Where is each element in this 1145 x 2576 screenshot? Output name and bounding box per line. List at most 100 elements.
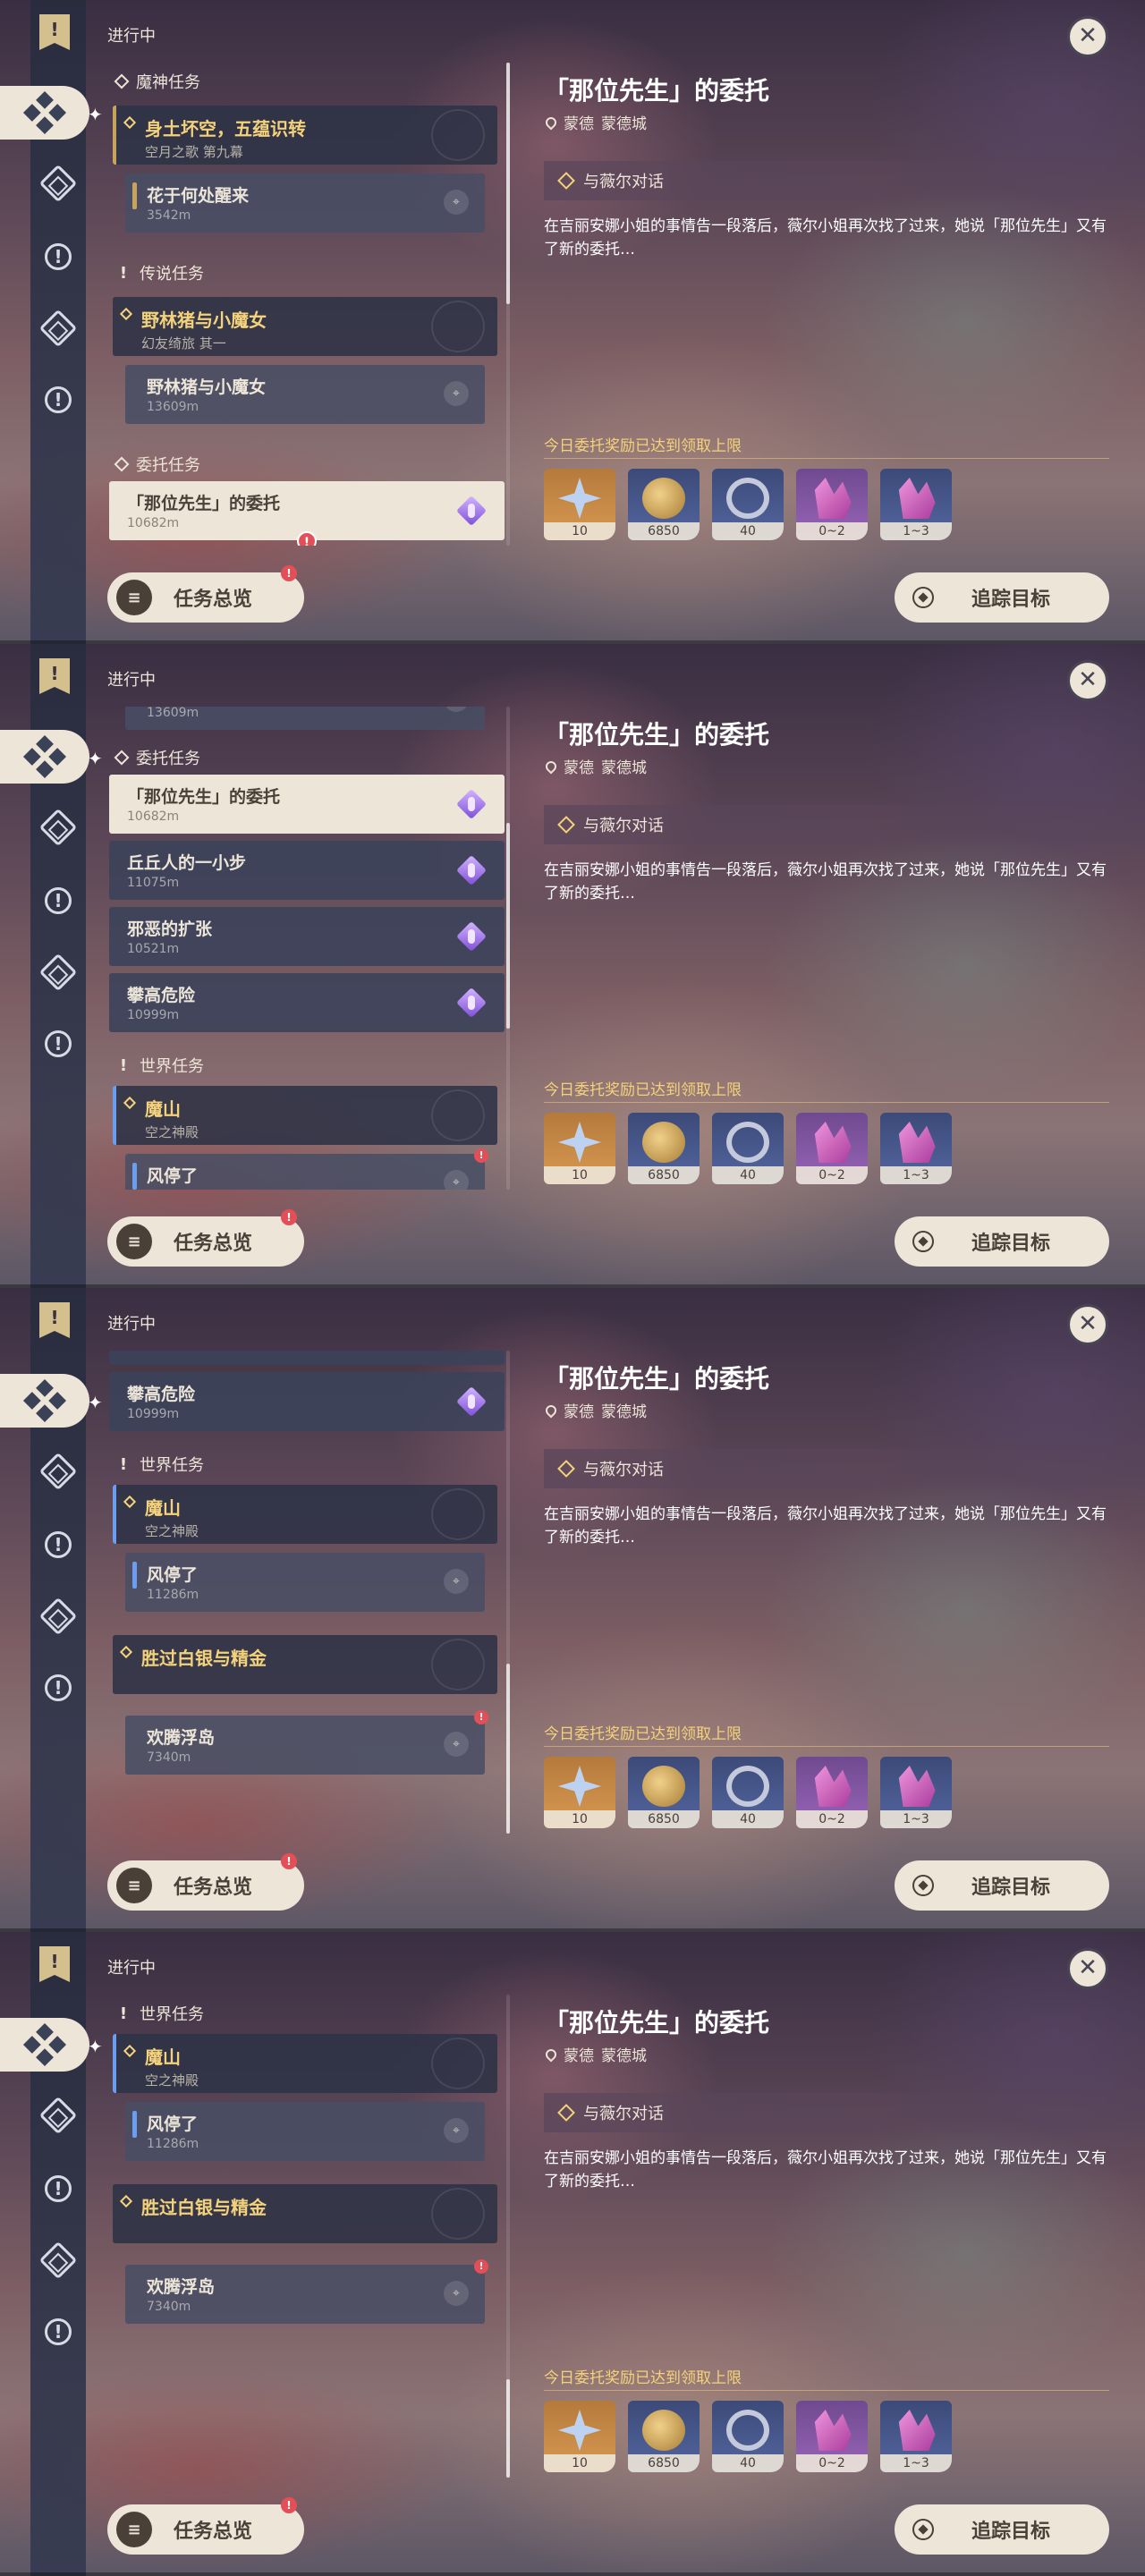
quest-list[interactable]: 野林猪与小魔女13609m⌖ 委托任务「那位先生」的委托 10682m 丘丘人的一小步…: [106, 707, 505, 1190]
track-objective-button[interactable]: 追踪目标: [895, 1216, 1109, 1267]
rail-tab-commission[interactable]: [36, 2238, 81, 2283]
quest-card[interactable]: 魔山 空之神殿: [113, 1485, 497, 1544]
rail-tab-all[interactable]: [0, 730, 89, 784]
reward-item[interactable]: 0~2: [796, 1113, 868, 1184]
reward-item[interactable]: 10: [544, 469, 615, 540]
commission-item[interactable]: 10521m: [109, 1351, 505, 1365]
close-button[interactable]: ✕: [1067, 1948, 1108, 1989]
reward-item[interactable]: 0~2: [796, 469, 868, 540]
reward-item[interactable]: 10: [544, 1757, 615, 1828]
close-button[interactable]: ✕: [1067, 16, 1108, 57]
commission-selected[interactable]: 「那位先生」的委托 10682m: [109, 775, 505, 834]
reward-item[interactable]: 1~3: [880, 2401, 952, 2472]
scroll-thumb[interactable]: [506, 823, 510, 1029]
reward-item[interactable]: 10: [544, 1113, 615, 1184]
rail-tab-all[interactable]: [0, 1374, 89, 1428]
commission-item[interactable]: 丘丘人的一小步 11075m: [109, 841, 505, 900]
rail-tab-commission[interactable]: [36, 1594, 81, 1639]
rail-tab-archon[interactable]: [36, 1449, 81, 1494]
quest-panel: ! ✦ ! ! 进行中 10521m 攀高危险 10999m! 世界任务魔山空之神殿风…: [0, 1288, 1145, 1932]
quest-card[interactable]: 胜过白银与精金: [113, 2184, 497, 2243]
commission-item[interactable]: 攀高危险 10999m: [109, 973, 505, 1032]
quest-overview-button[interactable]: ≡ 任务总览 !: [107, 1853, 304, 1911]
scroll-thumb[interactable]: [506, 2379, 510, 2478]
quest-step[interactable]: 花于何处醒来 3542m ⌖: [125, 174, 485, 233]
close-button[interactable]: ✕: [1067, 660, 1108, 701]
reward-item[interactable]: 1~3: [880, 1113, 952, 1184]
quest-card[interactable]: 身土坏空，五蕴识转 空月之歌 第九幕: [113, 106, 497, 165]
rail-tab-all[interactable]: [0, 2018, 89, 2072]
rail-tab-legend[interactable]: !: [36, 1522, 81, 1567]
quest-list[interactable]: 魔神任务 身土坏空，五蕴识转 空月之歌 第九幕 花于何处醒来 3542m ⌖! 传说任务 野林…: [106, 63, 505, 546]
quest-step[interactable]: 野林猪与小魔女13609m⌖: [125, 365, 485, 424]
rail-tab-world[interactable]: !: [36, 1021, 81, 1066]
reward-item[interactable]: 1~3: [880, 1757, 952, 1828]
quest-step[interactable]: 风停了 11286m ⌖: [125, 2102, 485, 2161]
track-objective-button[interactable]: 追踪目标: [895, 2504, 1109, 2555]
step-marker: [132, 1163, 137, 1190]
rail-tab-all[interactable]: [0, 86, 89, 140]
map-pin-icon[interactable]: ⌖: [444, 381, 469, 406]
map-pin-icon[interactable]: ⌖: [444, 2281, 469, 2306]
quest-card[interactable]: 魔山 空之神殿: [113, 1086, 497, 1145]
reward-item[interactable]: 40: [712, 469, 784, 540]
quest-step[interactable]: 风停了 11286m ⌖: [125, 1553, 485, 1612]
quest-overview-button[interactable]: ≡ 任务总览 !: [107, 1209, 304, 1267]
rail-tab-legend[interactable]: !: [36, 878, 81, 923]
section-label: 魔神任务: [136, 73, 200, 92]
quest-step[interactable]: 野林猪与小魔女13609m⌖: [125, 707, 485, 730]
reward-item[interactable]: 6850: [628, 1113, 700, 1184]
rail-tab-commission[interactable]: [36, 306, 81, 351]
quest-step[interactable]: 欢腾浮岛 7340m ⌖!: [125, 1710, 488, 1775]
quest-card[interactable]: 魔山 空之神殿: [113, 2034, 497, 2093]
reward-item[interactable]: 6850: [628, 1757, 700, 1828]
track-objective-button[interactable]: 追踪目标: [895, 1860, 1109, 1911]
alert-icon: !: [474, 2259, 488, 2274]
quest-card[interactable]: 胜过白银与精金: [113, 1635, 497, 1694]
rail-tab-archon[interactable]: [36, 161, 81, 206]
location-city: 蒙德城: [601, 759, 647, 777]
quest-list[interactable]: ! 世界任务 魔山 空之神殿 风停了 11286m ⌖ 胜过白银与精金 欢腾浮岛 7340m ⌖!: [106, 1995, 505, 2478]
quest-step[interactable]: 欢腾浮岛 7340m ⌖!: [125, 2259, 488, 2324]
rail-tab-legend[interactable]: !: [36, 234, 81, 279]
adventure-exp-icon: [726, 478, 769, 519]
map-pin-icon[interactable]: ⌖: [444, 2118, 469, 2143]
commission-item[interactable]: 邪恶的扩张 10521m: [109, 907, 505, 966]
quest-description: 在吉丽安娜小姐的事情告一段落后，薇尔小姐再次找了过来，她说「那位先生」又有了新的…: [544, 2149, 1107, 2190]
quest-step[interactable]: 风停了 ⌖!: [125, 1148, 488, 1190]
reward-item[interactable]: 0~2: [796, 2401, 868, 2472]
track-objective-button[interactable]: 追踪目标: [895, 572, 1109, 623]
map-pin-icon[interactable]: ⌖: [444, 1569, 469, 1594]
quest-list[interactable]: 10521m 攀高危险 10999m! 世界任务魔山空之神殿风停了 11286m ⌖ 胜过白…: [106, 1351, 505, 1834]
commission-distance: 10521m: [127, 942, 180, 956]
map-pin-icon[interactable]: ⌖: [444, 1170, 469, 1190]
rail-tab-world[interactable]: !: [36, 1665, 81, 1710]
reward-item[interactable]: 40: [712, 1113, 784, 1184]
scroll-thumb[interactable]: [506, 1664, 510, 1834]
reward-item[interactable]: 6850: [628, 2401, 700, 2472]
close-button[interactable]: ✕: [1067, 1304, 1108, 1345]
rail-tab-world[interactable]: !: [36, 377, 81, 422]
rail-tab-archon[interactable]: [36, 805, 81, 850]
rail-tab-world[interactable]: !: [36, 2309, 81, 2354]
quest-overview-button[interactable]: ≡ 任务总览 !: [107, 2497, 304, 2555]
map-pin-icon[interactable]: ⌖: [444, 1732, 469, 1757]
reward-item[interactable]: 10: [544, 2401, 615, 2472]
map-pin-icon[interactable]: ⌖: [444, 190, 469, 215]
scroll-thumb[interactable]: [506, 63, 510, 304]
step-distance: 13609m: [147, 400, 199, 414]
rail-tab-archon[interactable]: [36, 2093, 81, 2138]
commission-item[interactable]: 攀高危险 10999m: [109, 1372, 505, 1431]
quest-diamond-icon: [119, 2194, 133, 2208]
reward-count: 1~3: [880, 522, 952, 540]
quest-overview-button[interactable]: ≡ 任务总览 !: [107, 565, 304, 623]
reward-item[interactable]: 0~2: [796, 1757, 868, 1828]
reward-item[interactable]: 40: [712, 2401, 784, 2472]
reward-item[interactable]: 40: [712, 1757, 784, 1828]
reward-item[interactable]: 6850: [628, 469, 700, 540]
quest-card[interactable]: 野林猪与小魔女 幻友绮旅 其一: [113, 297, 497, 356]
commission-selected[interactable]: 「那位先生」的委托 10682m!: [109, 481, 505, 546]
reward-item[interactable]: 1~3: [880, 469, 952, 540]
rail-tab-legend[interactable]: !: [36, 2166, 81, 2211]
rail-tab-commission[interactable]: [36, 950, 81, 995]
